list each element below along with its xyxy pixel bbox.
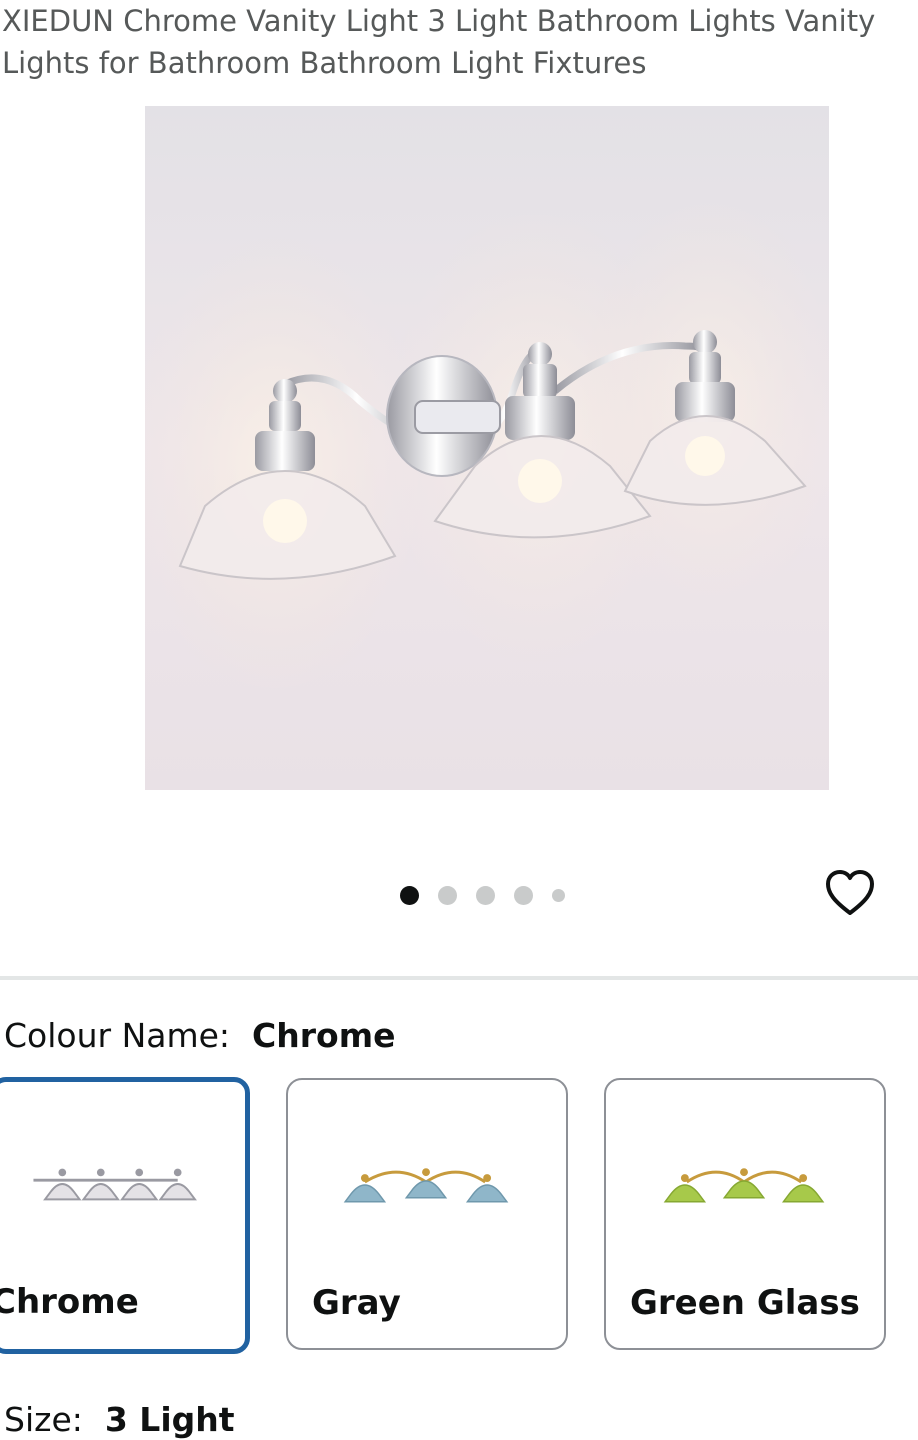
colour-option-green-glass[interactable]: Green Glass (604, 1078, 886, 1350)
heart-outline-icon[interactable] (824, 868, 876, 920)
colour-option-gray[interactable]: Gray (286, 1078, 568, 1350)
size-value: 3 Light (104, 1400, 235, 1439)
pagination-dot[interactable] (552, 888, 565, 902)
product-main-image[interactable] (145, 106, 829, 790)
section-divider (0, 976, 918, 980)
green-glass-thumbnail (663, 1168, 825, 1203)
colour-option-name: Gray (312, 1283, 401, 1323)
product-title: XIEDUN Chrome Vanity Light 3 Light Bathr… (2, 4, 876, 80)
pagination-dot[interactable] (438, 885, 457, 905)
vanity-light-photo (145, 106, 829, 790)
image-pagination-dots[interactable] (400, 884, 584, 906)
pagination-dot[interactable] (514, 885, 533, 905)
colour-option-chrome[interactable]: Chrome (0, 1077, 250, 1354)
pagination-dot[interactable] (400, 885, 419, 905)
colour-name-value: Chrome (252, 1016, 396, 1055)
chrome-thumbnail (33, 1168, 197, 1201)
pagination-dot[interactable] (476, 885, 495, 905)
gray-thumbnail (343, 1168, 509, 1203)
size-row: Size: 3 Light (4, 1400, 235, 1440)
size-label: Size: (4, 1400, 83, 1439)
colour-name-label: Colour Name: (4, 1016, 231, 1055)
colour-option-name: Green Glass (630, 1283, 860, 1323)
colour-option-name: Chrome (0, 1282, 139, 1322)
colour-name-row: Colour Name: Chrome (4, 1016, 395, 1056)
